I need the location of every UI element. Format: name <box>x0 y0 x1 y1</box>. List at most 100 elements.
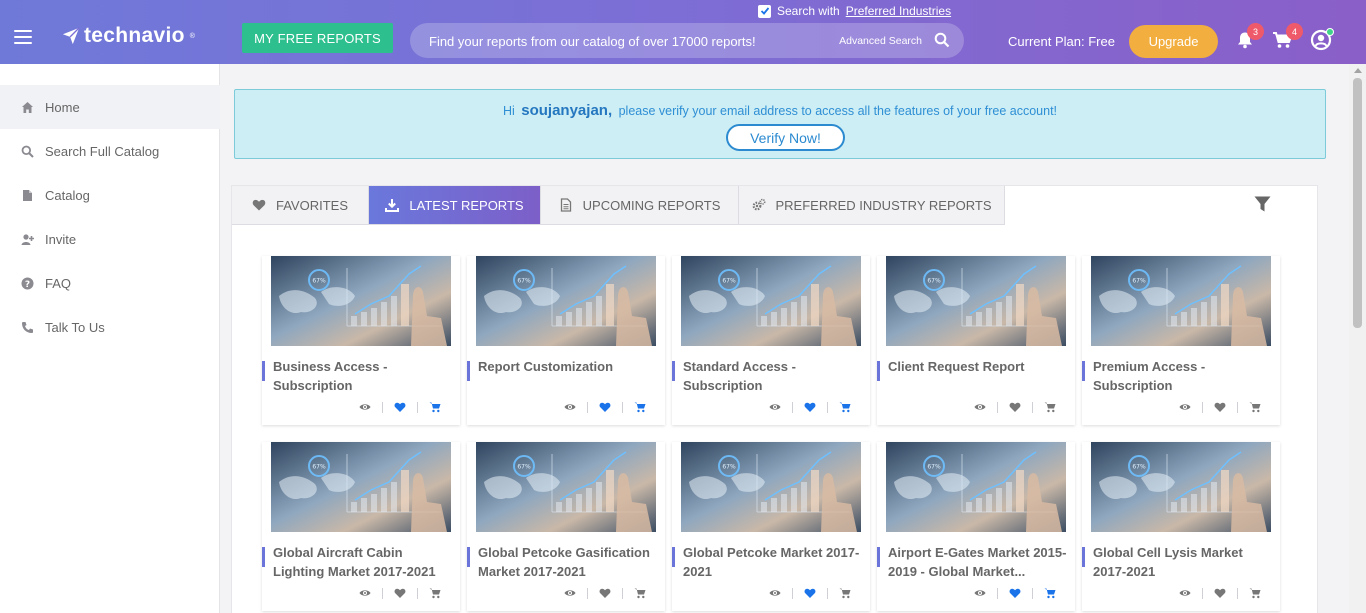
report-title[interactable]: Global Petcoke Market 2017-2021 <box>683 543 866 581</box>
report-card[interactable]: 67% Standard Access - Subscription <box>672 256 870 425</box>
report-thumbnail[interactable]: 67% <box>476 256 656 346</box>
report-thumbnail[interactable]: 67% <box>271 256 451 346</box>
user-plus-icon <box>21 233 34 245</box>
report-thumbnail[interactable]: 67% <box>271 442 451 532</box>
report-card[interactable]: 67% Global Petcoke Gasification Market 20… <box>467 442 665 611</box>
advanced-search-link[interactable]: Advanced Search <box>839 35 922 47</box>
divider <box>827 587 828 599</box>
favorite-button[interactable] <box>804 587 816 599</box>
view-report-button[interactable] <box>1179 401 1191 413</box>
sidebar-item-faq[interactable]: ? FAQ <box>0 261 220 305</box>
cart-icon <box>1249 588 1261 599</box>
report-card[interactable]: 67% Airport E-Gates Market 2015-2019 - Gl… <box>877 442 1075 611</box>
scroll-up-arrow[interactable] <box>1354 68 1362 73</box>
add-to-cart-button[interactable] <box>1249 587 1261 599</box>
report-thumbnail[interactable]: 67% <box>1091 442 1271 532</box>
favorite-button[interactable] <box>599 587 611 599</box>
page-scrollbar[interactable] <box>1349 64 1366 613</box>
tab-favorites[interactable]: FAVORITES <box>232 186 369 225</box>
eye-icon <box>1179 590 1191 596</box>
view-report-button[interactable] <box>564 587 576 599</box>
view-report-button[interactable] <box>564 401 576 413</box>
favorite-button[interactable] <box>1214 401 1226 413</box>
add-to-cart-button[interactable] <box>1044 587 1056 599</box>
add-to-cart-button[interactable] <box>634 401 646 413</box>
favorite-button[interactable] <box>394 401 406 413</box>
filter-icon[interactable] <box>1254 196 1271 213</box>
add-to-cart-button[interactable] <box>429 401 441 413</box>
report-card[interactable]: 67% Client Request Report <box>877 256 1075 425</box>
view-report-button[interactable] <box>359 587 371 599</box>
add-to-cart-button[interactable] <box>1249 401 1261 413</box>
favorite-button[interactable] <box>1009 587 1021 599</box>
add-to-cart-button[interactable] <box>839 401 851 413</box>
report-thumbnail[interactable]: 67% <box>1091 256 1271 346</box>
sidebar-item-search-catalog[interactable]: Search Full Catalog <box>0 129 220 173</box>
view-report-button[interactable] <box>769 401 781 413</box>
preferred-prefix: Search with <box>777 4 840 18</box>
search-icon[interactable] <box>934 32 950 48</box>
menu-icon[interactable] <box>14 30 32 44</box>
report-thumbnail[interactable]: 67% <box>886 442 1066 532</box>
report-thumbnail[interactable]: 67% <box>886 256 1066 346</box>
favorite-button[interactable] <box>804 401 816 413</box>
view-report-button[interactable] <box>974 401 986 413</box>
tab-upcoming-reports[interactable]: UPCOMING REPORTS <box>541 186 739 225</box>
search-input[interactable]: Find your reports from our catalog of ov… <box>410 23 964 58</box>
upgrade-button[interactable]: Upgrade <box>1129 25 1218 58</box>
sidebar-item-talk-to-us[interactable]: Talk To Us <box>0 305 220 349</box>
report-card[interactable]: 67% Premium Access - Subscription <box>1082 256 1280 425</box>
eye-icon <box>564 590 576 596</box>
my-free-reports-button[interactable]: MY FREE REPORTS <box>242 23 393 53</box>
scrollbar-thumb[interactable] <box>1353 78 1362 328</box>
favorite-button[interactable] <box>1009 401 1021 413</box>
divider <box>417 401 418 413</box>
add-to-cart-button[interactable] <box>839 587 851 599</box>
preferred-industries-link[interactable]: Preferred Industries <box>846 4 951 18</box>
report-card[interactable]: 67% Global Cell Lysis Market 2017-2021 <box>1082 442 1280 611</box>
favorite-button[interactable] <box>1214 587 1226 599</box>
preferred-checkbox[interactable] <box>758 4 771 18</box>
view-report-button[interactable] <box>359 401 371 413</box>
sidebar-item-catalog[interactable]: Catalog <box>0 173 220 217</box>
report-thumbnail[interactable]: 67% <box>681 256 861 346</box>
report-title[interactable]: Standard Access - Subscription <box>683 357 866 395</box>
sidebar-item-label: Home <box>45 99 80 115</box>
technavio-logo[interactable]: technavio ® <box>62 24 195 48</box>
report-title[interactable]: Report Customization <box>478 357 661 376</box>
report-title[interactable]: Client Request Report <box>888 357 1071 376</box>
tab-preferred-industry-reports[interactable]: PREFERRED INDUSTRY REPORTS <box>739 186 1005 225</box>
favorite-button[interactable] <box>394 587 406 599</box>
cart-icon <box>1044 402 1056 413</box>
add-to-cart-button[interactable] <box>429 587 441 599</box>
sidebar-item-invite[interactable]: Invite <box>0 217 220 261</box>
report-card[interactable]: 67% Global Petcoke Market 2017-2021 <box>672 442 870 611</box>
report-card[interactable]: 67% Business Access - Subscription <box>262 256 460 425</box>
eye-icon <box>564 404 576 410</box>
tab-latest-reports[interactable]: LATEST REPORTS <box>369 186 541 225</box>
add-to-cart-button[interactable] <box>1044 401 1056 413</box>
report-title[interactable]: Airport E-Gates Market 2015-2019 - Globa… <box>888 543 1071 581</box>
heart-icon <box>252 199 266 211</box>
report-thumbnail-art: 67% <box>271 256 451 346</box>
report-title[interactable]: Global Cell Lysis Market 2017-2021 <box>1093 543 1276 581</box>
report-title[interactable]: Premium Access - Subscription <box>1093 357 1276 395</box>
view-report-button[interactable] <box>769 587 781 599</box>
report-title[interactable]: Business Access - Subscription <box>273 357 456 395</box>
heart-icon <box>804 588 816 598</box>
view-report-button[interactable] <box>974 587 986 599</box>
add-to-cart-button[interactable] <box>634 587 646 599</box>
view-report-button[interactable] <box>1179 587 1191 599</box>
report-thumbnail[interactable]: 67% <box>476 442 656 532</box>
report-actions <box>564 587 646 599</box>
favorite-button[interactable] <box>599 401 611 413</box>
preferred-industries-toggle[interactable]: Search with Preferred Industries <box>758 4 951 18</box>
report-card[interactable]: 67% Global Aircraft Cabin Lighting Market… <box>262 442 460 611</box>
sidebar-item-home[interactable]: Home <box>0 85 220 129</box>
report-title[interactable]: Global Petcoke Gasification Market 2017-… <box>478 543 661 581</box>
report-card[interactable]: 67% Report Customization <box>467 256 665 425</box>
report-thumbnail[interactable]: 67% <box>681 442 861 532</box>
report-title[interactable]: Global Aircraft Cabin Lighting Market 20… <box>273 543 456 581</box>
report-thumbnail-art: 67% <box>681 256 861 346</box>
verify-now-button[interactable]: Verify Now! <box>726 124 845 151</box>
